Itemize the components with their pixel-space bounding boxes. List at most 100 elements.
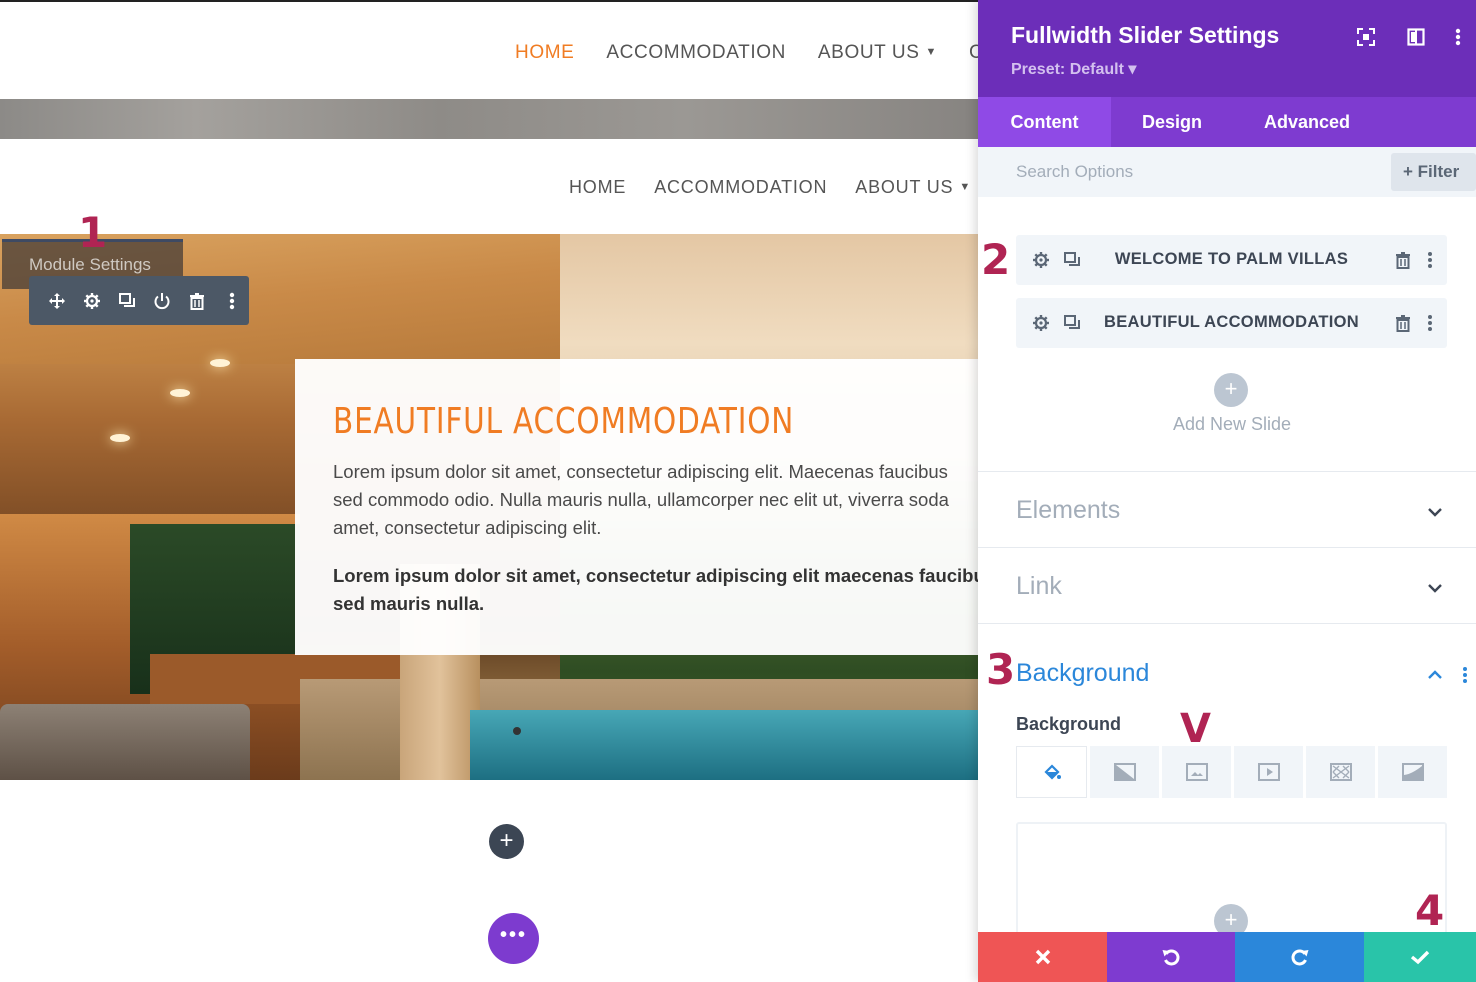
nav2-link-home[interactable]: HOME — [569, 177, 626, 198]
save-check-icon — [1410, 949, 1430, 965]
nav-link-home[interactable]: HOME — [515, 42, 574, 64]
section-link[interactable]: Link — [978, 547, 1476, 624]
tab-advanced[interactable]: Advanced — [1233, 97, 1381, 147]
slide-item-label: WELCOME TO PALM VILLAS — [1114, 250, 1349, 268]
add-section-button[interactable]: + — [489, 824, 524, 859]
add-new-slide-label[interactable]: Add New Slide — [978, 414, 1476, 435]
gradient-icon — [1113, 763, 1136, 781]
annotation-4: 4 — [1415, 886, 1445, 935]
annotation-v: V — [1180, 706, 1211, 752]
ceiling-light — [210, 359, 230, 367]
trash-icon[interactable] — [1393, 313, 1413, 333]
discard-button[interactable] — [978, 932, 1107, 982]
panel-footer — [978, 932, 1476, 982]
section-title: Elements — [1016, 496, 1121, 524]
slide-text-line: amet, consectetur adipiscing elit. — [333, 517, 602, 538]
top-border — [0, 0, 978, 2]
redo-button[interactable] — [1235, 932, 1364, 982]
more-vertical-icon[interactable] — [1462, 666, 1468, 684]
add-new-slide-button[interactable]: + — [1214, 373, 1248, 407]
section-background[interactable]: Background — [978, 623, 1476, 703]
nav2-link-about-us[interactable]: ABOUT US ▼ — [855, 177, 971, 198]
power-icon[interactable] — [152, 291, 172, 311]
redo-icon — [1290, 947, 1310, 967]
primary-nav: HOME ACCOMMODATION ABOUT US ▼ C — [515, 42, 978, 64]
panel-tabs: Content Design Advanced — [978, 97, 1476, 147]
slide-item[interactable]: WELCOME TO PALM VILLAS — [1016, 235, 1447, 285]
move-icon[interactable] — [47, 291, 67, 311]
header-image-strip — [0, 99, 978, 139]
background-pattern-tab[interactable] — [1306, 746, 1375, 798]
close-icon — [1035, 949, 1051, 965]
mask-icon — [1401, 763, 1424, 781]
trash-icon[interactable] — [187, 291, 207, 311]
page-preview: HOME ACCOMMODATION ABOUT US ▼ C HOME ACCO… — [0, 0, 978, 982]
slide-text-line: Lorem ipsum dolor sit amet, consectetur … — [333, 461, 948, 482]
chevron-down-icon: ▼ — [925, 46, 937, 58]
pattern-icon — [1329, 763, 1352, 781]
tab-design[interactable]: Design — [1111, 97, 1233, 147]
tab-content[interactable]: Content — [978, 97, 1111, 147]
undo-button[interactable] — [1107, 932, 1235, 982]
more-vertical-icon[interactable] — [1447, 26, 1469, 48]
image-icon — [1185, 763, 1208, 781]
background-image-tab[interactable] — [1162, 746, 1231, 798]
nav2-link-accommodation[interactable]: ACCOMMODATION — [654, 177, 827, 198]
module-toolbar — [29, 276, 249, 325]
search-bar: Search Options + Filter — [978, 147, 1476, 197]
background-type-tabs — [1016, 746, 1447, 798]
search-input[interactable]: Search Options — [1016, 162, 1133, 182]
video-icon — [1257, 763, 1280, 781]
section-elements[interactable]: Elements — [978, 471, 1476, 548]
gear-icon[interactable] — [82, 291, 102, 311]
duplicate-icon[interactable] — [117, 291, 137, 311]
ceiling-light — [170, 389, 190, 397]
nav-link-label: ABOUT US — [817, 42, 920, 63]
split-view-icon[interactable] — [1405, 26, 1427, 48]
slider-pagination-dot[interactable] — [513, 727, 521, 735]
chevron-up-icon — [1426, 666, 1444, 684]
nav-link-label: ABOUT US — [855, 177, 954, 197]
slide-caption-card: BEAUTIFUL ACCOMMODATION Lorem ipsum dolo… — [295, 359, 978, 655]
background-field-label: Background — [1016, 714, 1122, 734]
slide-text-line: sed commodo odio. Nulla mauris nulla, ul… — [333, 489, 949, 510]
nav-link-about-us[interactable]: ABOUT US ▼ — [818, 42, 937, 64]
slide-text-bold-line: sed mauris nulla. — [333, 593, 485, 614]
annotation-3: 3 — [986, 645, 1016, 694]
color-icon — [1042, 762, 1062, 782]
background-gradient-tab[interactable] — [1090, 746, 1159, 798]
more-vertical-icon[interactable] — [222, 291, 242, 311]
nav-link-truncated[interactable]: C — [969, 42, 978, 64]
trash-icon[interactable] — [1393, 250, 1413, 270]
slide-item[interactable]: BEAUTIFUL ACCOMMODATION — [1016, 298, 1447, 348]
chevron-down-icon — [1426, 579, 1444, 597]
save-button[interactable] — [1364, 932, 1476, 982]
annotation-2: 2 — [981, 235, 1011, 284]
slide-title: BEAUTIFUL ACCOMMODATION — [333, 401, 795, 442]
undo-icon — [1161, 947, 1181, 967]
panel-header: Fullwidth Slider Settings Preset: Defaul… — [978, 0, 1476, 97]
slide-text-bold-line: Lorem ipsum dolor sit amet, consectetur … — [333, 565, 978, 586]
more-vertical-icon[interactable] — [1420, 250, 1440, 270]
nav-link-accommodation[interactable]: ACCOMMODATION — [606, 42, 786, 64]
pool — [470, 710, 978, 780]
sofa — [0, 704, 250, 780]
expand-icon[interactable] — [1355, 26, 1377, 48]
ceiling-light — [110, 434, 130, 442]
filter-button[interactable]: + Filter — [1391, 153, 1476, 191]
panel-title: Fullwidth Slider Settings — [1011, 22, 1280, 48]
settings-panel: Fullwidth Slider Settings Preset: Defaul… — [978, 0, 1476, 982]
page-settings-button[interactable]: ••• — [488, 913, 539, 964]
background-mask-tab[interactable] — [1378, 746, 1447, 798]
annotation-1: 1 — [78, 208, 108, 257]
more-vertical-icon[interactable] — [1420, 313, 1440, 333]
chevron-down-icon: ▼ — [959, 181, 972, 193]
preset-selector[interactable]: Preset: Default ▾ — [1011, 59, 1136, 79]
section-title: Link — [1016, 572, 1062, 600]
background-color-tab[interactable] — [1016, 746, 1087, 798]
slide-item-label: BEAUTIFUL ACCOMMODATION — [1104, 313, 1359, 331]
chevron-down-icon — [1426, 503, 1444, 521]
section-title: Background — [1016, 659, 1150, 687]
background-video-tab[interactable] — [1234, 746, 1303, 798]
secondary-nav: HOME ACCOMMODATION ABOUT US ▼ — [569, 177, 971, 198]
